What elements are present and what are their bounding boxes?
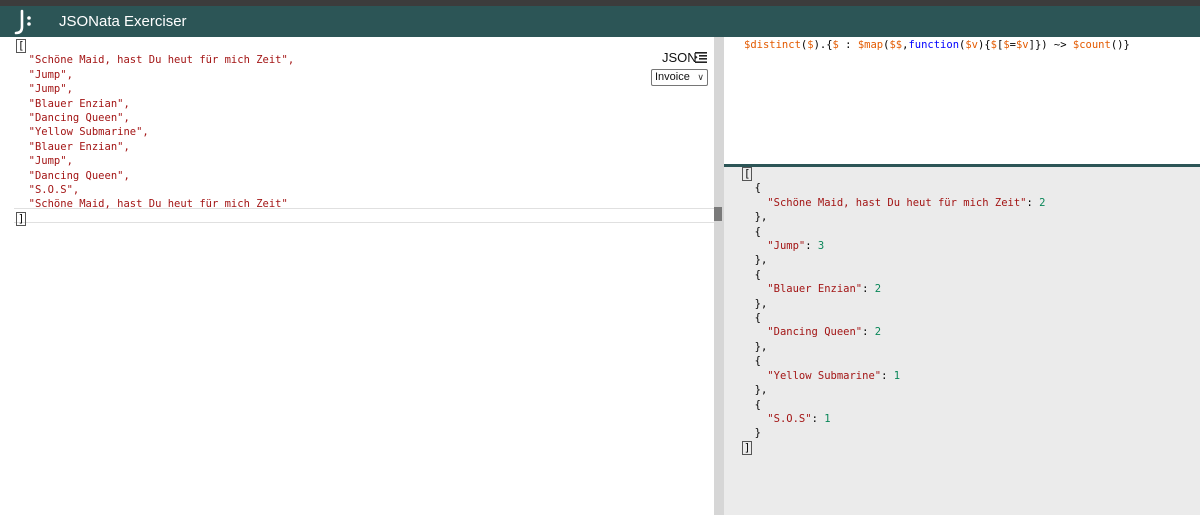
sample-select[interactable]: Invoice ∨: [651, 69, 708, 86]
header-banner: JSONata Exerciser: [0, 6, 1200, 37]
expression-token: $$: [889, 39, 903, 51]
result-object-close: },: [742, 211, 768, 224]
result-object-open: {: [742, 182, 761, 195]
result-open-bracket: [: [742, 167, 753, 181]
input-item-line: "Jump",: [16, 82, 294, 96]
expression-token: ()}: [1110, 39, 1130, 51]
input-item-line: "Dancing Queen",: [16, 111, 294, 125]
input-item-string: "Yellow Submarine",: [16, 126, 149, 139]
result-value: 1: [824, 412, 831, 425]
result-value: 2: [874, 326, 882, 339]
result-object-close: },: [742, 254, 768, 267]
expression-token: $distinct: [744, 39, 801, 51]
result-key: "Dancing Queen": [767, 326, 863, 339]
chevron-down-icon: ∨: [697, 72, 704, 82]
input-item-string: "Jump",: [16, 83, 73, 96]
result-close-bracket: ]: [742, 440, 753, 455]
input-item-line: "S.O.S",: [16, 183, 294, 197]
result-entry: "Schöne Maid, hast Du heut für mich Zeit…: [767, 196, 1046, 209]
result-key: "Blauer Enzian": [767, 283, 863, 296]
expression-token: function: [908, 39, 960, 51]
input-item-line: "Dancing Queen",: [16, 169, 294, 183]
result-key: "Jump": [767, 240, 806, 253]
result-key: "S.O.S": [767, 412, 812, 425]
input-item-string: "Blauer Enzian",: [16, 140, 130, 153]
result-entry: "S.O.S": 1: [767, 412, 831, 425]
expression-token: ){: [978, 39, 991, 51]
app-title: JSONata Exerciser: [59, 13, 187, 30]
input-item-line: "Blauer Enzian",: [16, 97, 294, 111]
vertical-splitter[interactable]: [714, 37, 724, 515]
result-value: 3: [817, 240, 825, 253]
expression-token: $map: [857, 39, 884, 51]
input-item-string: "S.O.S",: [16, 184, 80, 197]
expression-token: ]}) ~>: [1028, 39, 1073, 51]
expression-token: $v: [1015, 39, 1029, 51]
result-object-open: {: [742, 355, 761, 368]
result-object-open: {: [742, 225, 761, 238]
format-json-icon[interactable]: [695, 52, 707, 63]
input-item-string: "Jump",: [16, 155, 73, 168]
expression-token: :: [838, 39, 858, 51]
result-object-open: {: [742, 398, 761, 411]
result-key: "Schöne Maid, hast Du heut für mich Zeit…: [767, 196, 1027, 209]
json-input-code[interactable]: [ "Schöne Maid, hast Du heut für mich Ze…: [16, 39, 294, 226]
input-item-line: "Schöne Maid, hast Du heut für mich Zeit…: [16, 197, 294, 211]
result-entry: "Yellow Submarine": 1: [767, 369, 901, 382]
result-value: 1: [893, 369, 901, 382]
result-object-close: },: [742, 297, 768, 310]
result-value: 2: [874, 283, 882, 296]
format-label: JSON: [662, 50, 697, 65]
result-code: [ { "Schöne Maid, hast Du heut für mich …: [742, 167, 1045, 455]
result-value: 2: [1039, 196, 1046, 209]
result-entry: "Jump": 3: [767, 240, 825, 253]
result-object-open: {: [742, 312, 761, 325]
expression-editor[interactable]: [724, 37, 1200, 164]
sample-select-value: Invoice: [655, 71, 690, 83]
input-item-line: "Blauer Enzian",: [16, 140, 294, 154]
input-open-bracket: [: [16, 39, 27, 53]
input-item-string: "Dancing Queen",: [16, 169, 130, 182]
expression-token: ).{: [813, 39, 833, 51]
result-object-open: {: [742, 268, 761, 281]
input-item-string: "Jump",: [16, 68, 73, 81]
input-item-string: "Dancing Queen",: [16, 112, 130, 125]
input-close-bracket: ]: [16, 211, 27, 226]
input-item-line: "Jump",: [16, 68, 294, 82]
expression-token: $v: [965, 39, 978, 51]
input-item-string: "Blauer Enzian",: [16, 97, 130, 110]
result-key: "Yellow Submarine": [767, 369, 882, 382]
expression-code[interactable]: $distinct($).{$ : $map($$,function($v){$…: [744, 38, 1130, 52]
jsonata-logo-icon: [14, 9, 31, 35]
input-item-line: "Yellow Submarine",: [16, 125, 294, 139]
result-object-close: },: [742, 340, 768, 353]
result-entry: "Dancing Queen": 2: [767, 326, 882, 339]
splitter-handle[interactable]: [714, 207, 722, 221]
result-entry: "Blauer Enzian": 2: [767, 283, 882, 296]
input-item-string: "Schöne Maid, hast Du heut für mich Zeit…: [16, 198, 288, 211]
input-item-line: "Schöne Maid, hast Du heut für mich Zeit…: [16, 53, 295, 67]
result-object-close: }: [742, 427, 761, 440]
input-item-line: "Jump",: [16, 154, 294, 168]
input-item-string: "Schöne Maid, hast Du heut für mich Zeit…: [16, 54, 295, 67]
result-object-close: },: [742, 384, 768, 397]
expression-token: $count: [1072, 39, 1111, 51]
